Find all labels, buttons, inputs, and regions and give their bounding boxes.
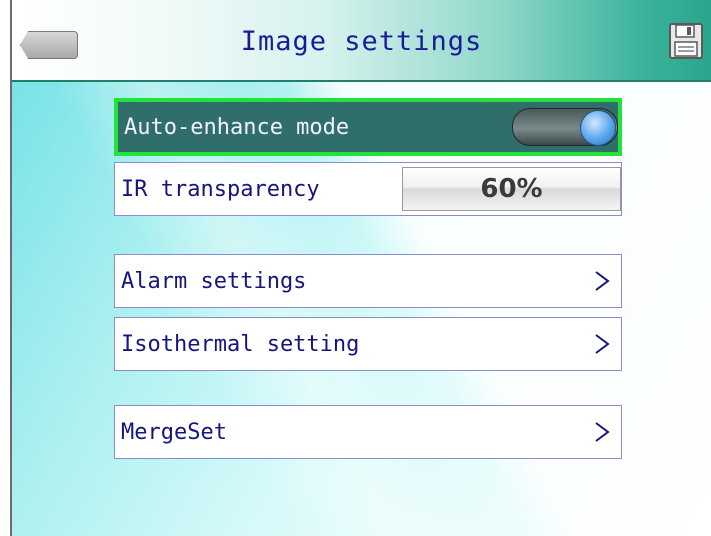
auto-enhance-toggle[interactable]	[512, 108, 618, 146]
isothermal-setting-label: Isothermal setting	[121, 331, 360, 357]
ir-transparency-value[interactable]: 60%	[402, 167, 621, 211]
mergeset-label: MergeSet	[121, 419, 227, 445]
floppy-save-icon[interactable]	[669, 23, 703, 59]
alarm-settings-label: Alarm settings	[121, 268, 307, 294]
device-screen: Image settings Auto-enhance mode IR tran…	[10, 0, 711, 536]
isothermal-setting-row[interactable]: Isothermal setting	[114, 317, 622, 371]
chevron-right-icon	[595, 334, 610, 354]
ir-transparency-label: IR transparency	[121, 176, 320, 202]
mergeset-row[interactable]: MergeSet	[114, 405, 622, 459]
alarm-settings-row[interactable]: Alarm settings	[114, 254, 622, 308]
chevron-right-icon	[595, 422, 610, 442]
auto-enhance-label: Auto-enhance mode	[124, 114, 350, 140]
toggle-knob	[580, 110, 616, 146]
auto-enhance-row[interactable]: Auto-enhance mode	[114, 98, 622, 156]
ir-transparency-row[interactable]: IR transparency 60%	[114, 162, 622, 216]
chevron-right-icon	[595, 271, 610, 291]
header-bar: Image settings	[12, 0, 711, 82]
page-title: Image settings	[240, 26, 483, 57]
